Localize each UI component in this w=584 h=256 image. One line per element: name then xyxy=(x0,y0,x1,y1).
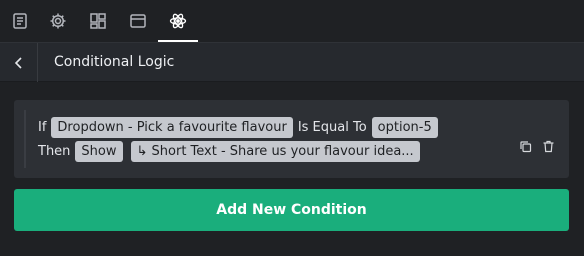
chevron-left-icon xyxy=(14,56,22,69)
tab-window[interactable] xyxy=(118,0,158,42)
layout-icon xyxy=(90,13,106,29)
target-field-chip[interactable]: ↳ Short Text - Share us your flavour ide… xyxy=(130,140,420,162)
if-label: If xyxy=(38,119,47,135)
condition-actions xyxy=(519,140,555,153)
trash-icon[interactable] xyxy=(542,140,555,153)
action-chip[interactable]: Show xyxy=(75,140,123,162)
condition-card: If Dropdown - Pick a favourite flavour I… xyxy=(14,100,569,178)
duplicate-icon[interactable] xyxy=(519,140,532,153)
tab-form[interactable] xyxy=(0,0,40,42)
back-button[interactable] xyxy=(0,43,38,82)
add-new-condition-button[interactable]: Add New Condition xyxy=(14,189,569,231)
then-label: Then xyxy=(38,143,71,159)
tab-conditional-logic[interactable] xyxy=(158,0,198,42)
value-chip[interactable]: option-5 xyxy=(371,116,438,138)
tab-settings[interactable] xyxy=(38,0,78,42)
window-icon xyxy=(130,14,146,28)
gear-icon xyxy=(50,13,66,29)
tab-bar xyxy=(0,0,584,42)
form-icon xyxy=(13,13,27,29)
condition-if-row: If Dropdown - Pick a favourite flavour I… xyxy=(38,116,443,138)
operator-label[interactable]: Is Equal To xyxy=(298,120,367,135)
condition-then-row: Then Show ↳ Short Text - Share us your f… xyxy=(38,140,425,162)
condition-body: If Dropdown - Pick a favourite flavour I… xyxy=(24,110,569,168)
tab-layout[interactable] xyxy=(78,0,118,42)
atom-icon xyxy=(169,13,187,29)
page-title: Conditional Logic xyxy=(54,54,175,70)
field-chip[interactable]: Dropdown - Pick a favourite flavour xyxy=(51,116,293,138)
panel-header: Conditional Logic xyxy=(0,42,584,82)
